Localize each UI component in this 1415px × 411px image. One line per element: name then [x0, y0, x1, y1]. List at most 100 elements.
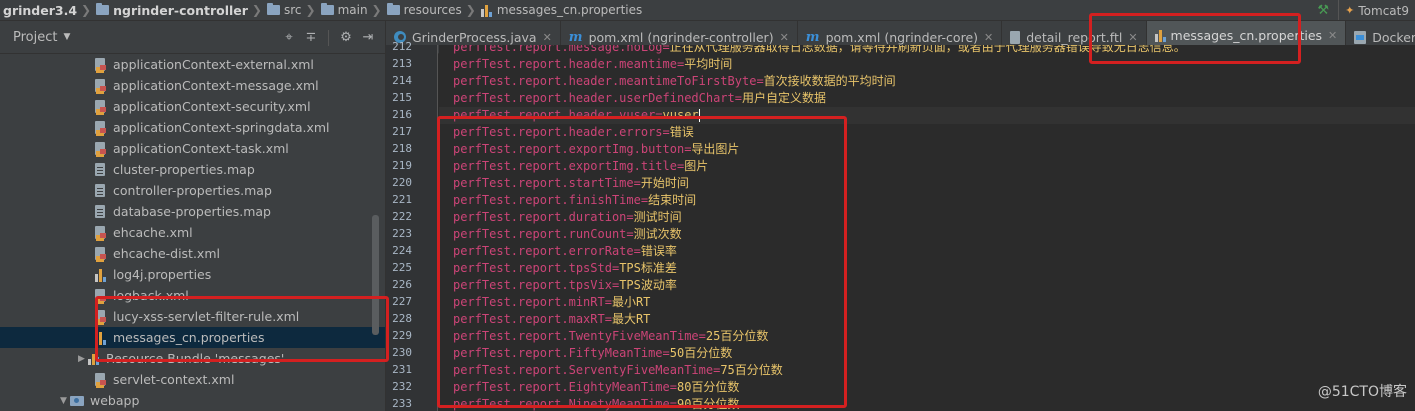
tree-item[interactable]: applicationContext-security.xml [0, 96, 385, 117]
code-line[interactable]: perfTest.report.FiftyMeanTime=50百分位数 [453, 345, 732, 362]
locate-file-icon[interactable]: ⌖ [278, 30, 300, 45]
property-key: perfTest.report.startTime [453, 176, 634, 190]
tree-item-label: messages_cn.properties [113, 330, 265, 345]
code-line[interactable]: perfTest.report.tpsStd=TPS标准差 [453, 260, 677, 277]
tree-item[interactable]: ehcache-dist.xml [0, 243, 385, 264]
property-key: perfTest.report.maxRT [453, 312, 605, 326]
tree-item-label: applicationContext-task.xml [113, 141, 289, 156]
run-configuration-selector[interactable]: ✦ Tomcat9 [1338, 0, 1415, 20]
line-number: 227 [392, 295, 412, 308]
tree-item[interactable]: applicationContext-external.xml [0, 54, 385, 75]
breadcrumb-separator: ❯ [465, 3, 476, 17]
breadcrumb-module-label: ngrinder-controller [113, 2, 248, 18]
properties-file-icon [95, 268, 107, 282]
property-value: 50百分位数 [669, 346, 733, 360]
tree-item[interactable]: applicationContext-task.xml [0, 138, 385, 159]
code-line[interactable]: perfTest.report.ServentyFiveMeanTime=75百… [453, 362, 783, 379]
code-line[interactable]: perfTest.report.exportImg.title=图片 [453, 158, 708, 175]
code-line[interactable]: perfTest.report.header.userDefinedChart=… [453, 90, 826, 107]
code-line[interactable]: perfTest.report.errorRate=错误率 [453, 243, 677, 260]
hammer-icon[interactable]: ⚒ [1308, 3, 1338, 18]
maven-icon: m [568, 29, 583, 45]
code-line[interactable]: perfTest.report.exportImg.button=导出图片 [453, 141, 739, 158]
code-editor[interactable]: perfTest.report.message.noLog=正在从代理服务器取得… [439, 45, 1415, 411]
tree-item[interactable]: ▶ Resource Bundle 'messages' [0, 348, 385, 369]
code-line[interactable]: perfTest.report.header.meantime=平均时间 [453, 56, 732, 73]
tree-item[interactable]: controller-properties.map [0, 180, 385, 201]
code-line[interactable]: perfTest.report.minRT=最小RT [453, 294, 650, 311]
hide-panel-icon[interactable]: ⇥ [357, 30, 379, 45]
breadcrumb-item-module[interactable]: ngrinder-controller [93, 0, 250, 20]
gear-icon[interactable]: ⚙ [335, 30, 357, 45]
tree-item[interactable]: ehcache.xml [0, 222, 385, 243]
property-value: 导出图片 [691, 142, 740, 156]
tree-item-label: controller-properties.map [113, 183, 272, 198]
close-icon[interactable]: ✕ [1128, 31, 1137, 44]
project-tree-scrollbar[interactable] [372, 215, 379, 335]
toolbar-divider [328, 29, 329, 46]
chevron-right-icon[interactable]: ▶ [78, 354, 88, 364]
code-line[interactable]: perfTest.report.header.meantimeToFirstBy… [453, 73, 896, 90]
equals-sign: = [662, 45, 670, 54]
code-line[interactable]: perfTest.report.duration=测试时间 [453, 209, 682, 226]
collapse-all-icon[interactable]: ∓ [300, 30, 322, 45]
editor-tab-label: Dockerfile [1372, 29, 1415, 45]
property-key: perfTest.report.tpsVix [453, 278, 612, 292]
property-key: perfTest.report.minRT [453, 295, 605, 309]
properties-file-icon [95, 331, 107, 345]
equals-sign: = [662, 346, 670, 360]
close-icon[interactable]: ✕ [984, 31, 993, 44]
code-line[interactable]: perfTest.report.tpsVix=TPS波动率 [453, 277, 677, 294]
property-key: perfTest.report.EightyMeanTime [453, 380, 670, 394]
chevron-down-icon[interactable]: ▼ [63, 32, 70, 42]
maven-icon: m [805, 29, 820, 45]
project-view-selector[interactable]: Project [13, 30, 57, 45]
breadcrumb-item-resources[interactable]: resources [384, 0, 464, 20]
code-line[interactable]: perfTest.report.maxRT=最大RT [453, 311, 650, 328]
tree-item[interactable]: lucy-xss-servlet-filter-rule.xml [0, 306, 385, 327]
xml-file-icon [95, 78, 107, 94]
tree-item[interactable]: logback.xml [0, 285, 385, 306]
property-value: 80百分位数 [676, 380, 740, 394]
code-line[interactable]: perfTest.report.header.vuser=vuser [453, 107, 700, 124]
equals-sign: = [633, 244, 641, 258]
code-line[interactable]: perfTest.report.TwentyFiveMeanTime=25百分位… [453, 328, 768, 345]
code-line[interactable]: perfTest.report.runCount=测试次数 [453, 226, 682, 243]
equals-sign: = [640, 193, 649, 207]
breadcrumb-item-main[interactable]: main [318, 0, 370, 20]
breadcrumb-file-label: messages_cn.properties [496, 3, 643, 17]
tree-item[interactable]: servlet-context.xml [0, 369, 385, 390]
code-line[interactable]: perfTest.report.message.noLog=正在从代理服务器取得… [453, 45, 1186, 56]
tree-item[interactable]: log4j.properties [0, 264, 385, 285]
equals-sign: = [756, 74, 764, 88]
tree-item[interactable]: messages_cn.properties [0, 327, 385, 348]
close-icon[interactable]: ✕ [1328, 29, 1337, 42]
tree-item-label: Resource Bundle 'messages' [106, 351, 285, 366]
xml-file-icon [95, 225, 107, 241]
xml-file-icon [95, 57, 107, 73]
close-icon[interactable]: ✕ [543, 31, 552, 44]
editor-tab-label: pom.xml (ngrinder-core) [825, 29, 979, 45]
tree-item[interactable]: applicationContext-springdata.xml [0, 117, 385, 138]
properties-file-icon [480, 4, 493, 17]
code-line[interactable]: perfTest.report.header.errors=错误 [453, 124, 694, 141]
tree-item-label: logback.xml [113, 288, 189, 303]
project-panel-header: Project ▼ ⌖ ∓ ⚙ ⇥ [0, 21, 385, 54]
property-value: vuser [662, 108, 699, 122]
tree-item[interactable]: cluster-properties.map [0, 159, 385, 180]
tree-item[interactable]: database-properties.map [0, 201, 385, 222]
close-icon[interactable]: ✕ [780, 31, 789, 44]
tree-item[interactable]: ▼ webapp [0, 390, 385, 411]
code-line[interactable]: perfTest.report.NinetyMeanTime=90百分位数 [453, 396, 739, 411]
breadcrumb-item-src[interactable]: src [264, 0, 304, 20]
tree-item[interactable]: applicationContext-message.xml [0, 75, 385, 96]
breadcrumb-item-project[interactable]: grinder3.4 [0, 0, 79, 20]
line-number-gutter: 212 213 214 215 216 217 218 219 220 221 222 223 224 2… [386, 40, 438, 411]
breadcrumb-item-file[interactable]: messages_cn.properties [478, 0, 644, 20]
equals-sign: = [604, 312, 612, 326]
code-line[interactable]: perfTest.report.startTime=开始时间 [453, 175, 689, 192]
chevron-down-icon[interactable]: ▼ [60, 396, 70, 406]
code-line[interactable]: perfTest.report.EightyMeanTime=80百分位数 [453, 379, 739, 396]
text-file-icon [95, 162, 107, 177]
code-line[interactable]: perfTest.report.finishTime=结束时间 [453, 192, 696, 209]
